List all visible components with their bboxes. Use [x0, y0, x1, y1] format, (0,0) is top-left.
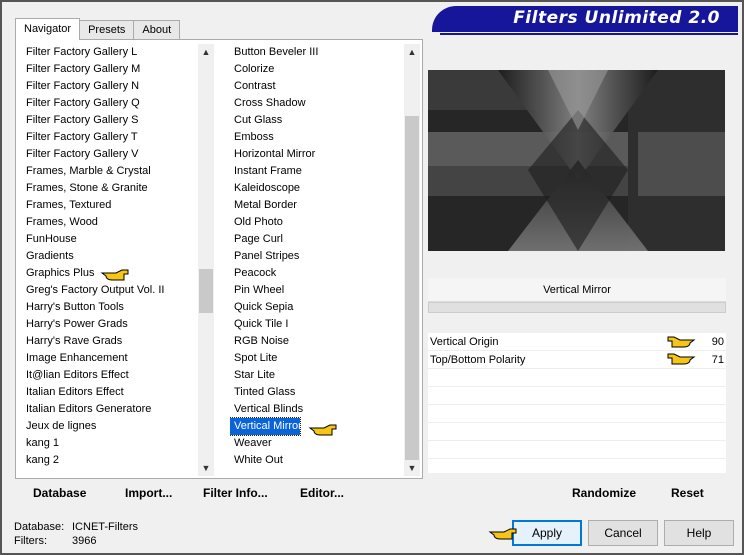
list-item[interactable]: Quick Sepia	[230, 299, 404, 316]
list-item[interactable]: Harry's Rave Grads	[22, 333, 198, 350]
list-item[interactable]: RGB Noise	[230, 333, 404, 350]
banner-underline	[440, 33, 738, 35]
filter-preview-image	[428, 70, 725, 251]
randomize-button[interactable]: Randomize	[572, 486, 636, 500]
scroll-up-icon[interactable]: ▲	[201, 47, 211, 57]
tab-navigator[interactable]: Navigator	[15, 18, 81, 40]
scroll-thumb[interactable]	[199, 269, 213, 313]
import-button[interactable]: Import...	[125, 486, 172, 500]
category-scrollbar[interactable]: ▲ ▼	[198, 44, 214, 476]
list-item[interactable]: Greg's Factory Output Vol. II	[22, 282, 198, 299]
list-item[interactable]: Quick Tile I	[230, 316, 404, 333]
list-item[interactable]: Panel Stripes	[230, 248, 404, 265]
right-button-bar: Randomize Reset	[428, 480, 726, 502]
list-item[interactable]: Pin Wheel	[230, 282, 404, 299]
database-label: Database:	[14, 521, 65, 533]
param-label: Top/Bottom Polarity	[430, 354, 526, 366]
category-list[interactable]: Filter Factory Gallery L Filter Factory G…	[22, 44, 198, 476]
tab-presets[interactable]: Presets	[79, 20, 135, 40]
param-value: 90	[711, 336, 724, 348]
scroll-thumb[interactable]	[405, 116, 419, 460]
filter-scrollbar[interactable]: ▲ ▼	[404, 44, 420, 476]
status-area: Database: ICNET-Filters Filters: 3966	[14, 520, 138, 548]
title-banner: Filters Unlimited 2.0	[432, 6, 738, 32]
scroll-up-icon[interactable]: ▲	[407, 47, 417, 57]
list-item[interactable]: FunHouse	[22, 231, 198, 248]
list-item[interactable]: Filter Factory Gallery S	[22, 112, 198, 129]
scroll-down-icon[interactable]: ▼	[201, 463, 211, 473]
pointing-hand-icon	[667, 353, 696, 365]
list-item[interactable]: Filter Factory Gallery T	[22, 129, 198, 146]
list-item[interactable]: Kaleidoscope	[230, 180, 404, 197]
apply-button[interactable]: Apply	[512, 520, 582, 546]
list-item[interactable]: Italian Editors Effect	[22, 384, 198, 401]
database-value: ICNET-Filters	[72, 521, 138, 533]
pointing-hand-icon	[308, 424, 337, 436]
list-item[interactable]: It@lian Editors Effect	[22, 367, 198, 384]
list-item[interactable]: Filter Factory Gallery Q	[22, 95, 198, 112]
filters-count: 3966	[72, 535, 97, 547]
filter-info-button[interactable]: Filter Info...	[203, 486, 268, 500]
list-item[interactable]: Star Lite	[230, 367, 404, 384]
list-item[interactable]: Spot Lite	[230, 350, 404, 367]
list-item[interactable]: Gradients	[22, 248, 198, 265]
list-item[interactable]: Tinted Glass	[230, 384, 404, 401]
list-item[interactable]: Image Enhancement	[22, 350, 198, 367]
list-item[interactable]: Frames, Wood	[22, 214, 198, 231]
list-item[interactable]: Button Beveler III	[230, 44, 404, 61]
list-item[interactable]: Vertical Blinds	[230, 401, 404, 418]
list-item[interactable]: Harry's Power Grads	[22, 316, 198, 333]
list-item[interactable]: Instant Frame	[230, 163, 404, 180]
list-item[interactable]: Old Photo	[230, 214, 404, 231]
list-item[interactable]: White Out	[230, 452, 404, 469]
list-item[interactable]: Emboss	[230, 129, 404, 146]
help-button[interactable]: Help	[664, 520, 734, 546]
list-item[interactable]: Filter Factory Gallery M	[22, 61, 198, 78]
preview-graphic	[428, 70, 725, 251]
cancel-button[interactable]: Cancel	[588, 520, 658, 546]
pointing-hand-icon	[667, 336, 696, 348]
tab-about[interactable]: About	[133, 20, 181, 40]
list-item[interactable]: Metal Border	[230, 197, 404, 214]
scroll-down-icon[interactable]: ▼	[407, 463, 417, 473]
empty-param-row	[428, 405, 726, 423]
list-item[interactable]: Vertical Mirror	[230, 417, 302, 436]
database-button[interactable]: Database	[33, 486, 86, 500]
list-item[interactable]: Frames, Stone & Granite	[22, 180, 198, 197]
list-item[interactable]: kang 2	[22, 452, 198, 469]
list-item[interactable]: Horizontal Mirror	[230, 146, 404, 163]
editor-button[interactable]: Editor...	[300, 486, 344, 500]
pointing-hand-icon	[488, 528, 517, 540]
list-item[interactable]: Italian Editors Generatore	[22, 401, 198, 418]
list-item[interactable]: Filter Factory Gallery L	[22, 44, 198, 61]
list-item[interactable]: Cut Glass	[230, 112, 404, 129]
filter-name-label: Vertical Mirror	[428, 278, 726, 302]
param-label: Vertical Origin	[430, 336, 499, 348]
param-value: 71	[711, 354, 724, 366]
list-item[interactable]: Frames, Textured	[22, 197, 198, 214]
reset-button[interactable]: Reset	[671, 486, 704, 500]
empty-param-row	[428, 423, 726, 441]
list-item[interactable]: Frames, Marble & Crystal	[22, 163, 198, 180]
list-item[interactable]: Page Curl	[230, 231, 404, 248]
filters-label: Filters:	[14, 535, 47, 547]
empty-param-row	[428, 369, 726, 387]
list-item[interactable]: Peacock	[230, 265, 404, 282]
pointing-hand-icon	[100, 269, 129, 281]
list-item[interactable]: Colorize	[230, 61, 404, 78]
filter-list[interactable]: Button Beveler III Colorize Contrast Cross …	[230, 44, 404, 476]
list-item[interactable]: Harry's Button Tools	[22, 299, 198, 316]
list-item[interactable]: kang 1	[22, 435, 198, 452]
list-item[interactable]: Cross Shadow	[230, 95, 404, 112]
list-item[interactable]: Jeux de lignes	[22, 418, 198, 435]
left-button-bar: Database Import... Filter Info... Editor…	[15, 480, 423, 502]
progress-bar	[428, 302, 726, 313]
list-item[interactable]: Filter Factory Gallery N	[22, 78, 198, 95]
list-item[interactable]: Contrast	[230, 78, 404, 95]
list-item[interactable]: Filter Factory Gallery V	[22, 146, 198, 163]
empty-param-row	[428, 387, 726, 405]
empty-param-row	[428, 441, 726, 459]
tab-strip: Navigator Presets About	[15, 18, 181, 40]
window-title: Filters Unlimited 2.0	[513, 8, 720, 28]
